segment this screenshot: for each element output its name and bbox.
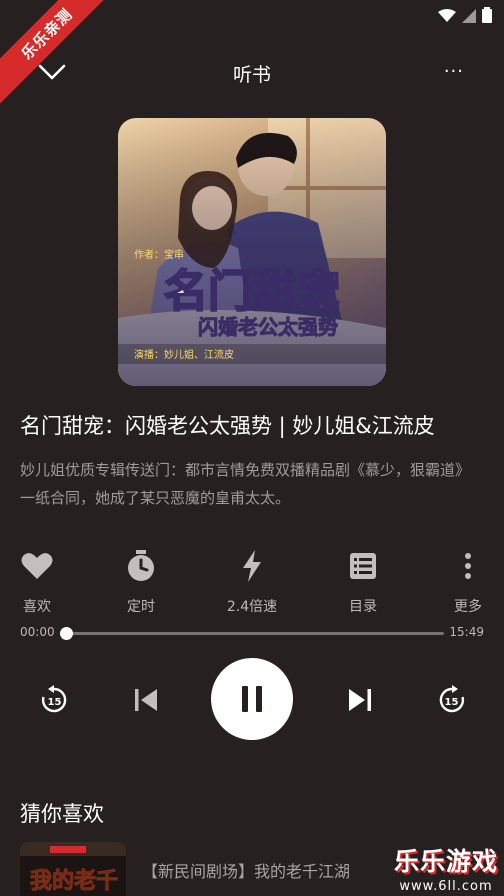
skip-next-icon bbox=[349, 689, 371, 711]
header: 听书 ... bbox=[0, 50, 504, 94]
progress-track[interactable] bbox=[66, 632, 444, 635]
album-cover: 作者：宝串 名门甜宠 闪婚老公太强势 演播：妙儿姐、江流皮 bbox=[118, 118, 386, 386]
timer-button[interactable]: 定时 bbox=[96, 548, 186, 616]
like-label: 喜欢 bbox=[23, 599, 51, 615]
next-button[interactable] bbox=[342, 658, 378, 742]
battery-icon bbox=[482, 7, 492, 27]
like-button[interactable]: 喜欢 bbox=[0, 548, 82, 616]
rec-cover: 我的老千 bbox=[20, 842, 126, 896]
forward-15-button[interactable]: 15 bbox=[434, 658, 470, 742]
catalog-button[interactable]: 目录 bbox=[318, 548, 408, 616]
progress-bar[interactable]: 00:00 15:49 bbox=[0, 624, 504, 644]
current-time: 00:00 bbox=[20, 625, 55, 639]
more-button[interactable]: ... bbox=[444, 56, 464, 77]
speed-label: 2.4倍速 bbox=[226, 599, 278, 615]
signal-icon bbox=[462, 8, 476, 27]
timer-label: 定时 bbox=[127, 599, 155, 615]
rewind-15-icon: 15 bbox=[41, 685, 67, 713]
heart-icon bbox=[21, 553, 53, 579]
list-icon bbox=[350, 553, 376, 579]
more-label: 更多 bbox=[454, 599, 482, 615]
cover-subtitle: 闪婚老公太强势 bbox=[198, 315, 338, 339]
watermark-logo: 乐乐游戏 www.6ll.com bbox=[388, 842, 504, 896]
pause-button[interactable] bbox=[211, 658, 293, 740]
watermark-small: www.6ll.com bbox=[399, 879, 493, 894]
total-time: 15:49 bbox=[449, 625, 484, 639]
cover-main-title: 名门甜宠 bbox=[164, 266, 340, 317]
forward-seconds: 15 bbox=[445, 697, 459, 708]
action-bar: 喜欢 定时 2.4倍速 目录 更多 bbox=[0, 548, 504, 618]
page-title: 听书 bbox=[232, 64, 271, 86]
progress-thumb[interactable] bbox=[60, 627, 73, 640]
more-vertical-icon bbox=[465, 553, 471, 579]
catalog-label: 目录 bbox=[349, 599, 377, 615]
rewind-seconds: 15 bbox=[48, 697, 62, 708]
wifi-icon bbox=[438, 8, 456, 27]
watermark-big: 乐乐游戏 bbox=[393, 847, 498, 876]
skip-previous-icon bbox=[135, 689, 157, 711]
cover-narrators: 演播：妙儿姐、江流皮 bbox=[134, 348, 234, 361]
cover-author-tag: 作者：宝串 bbox=[134, 248, 184, 261]
forward-15-icon: 15 bbox=[439, 685, 465, 713]
pause-icon bbox=[242, 686, 262, 712]
recommend-section-title: 猜你喜欢 bbox=[20, 802, 104, 826]
player-controls: 15 15 bbox=[0, 658, 504, 742]
rec-cover-text: 我的老千 bbox=[30, 868, 118, 894]
speed-button[interactable]: 2.4倍速 bbox=[207, 548, 297, 616]
more-actions-button[interactable]: 更多 bbox=[423, 548, 504, 616]
track-title: 名门甜宠：闪婚老公太强势 | 妙儿姐&江流皮 bbox=[20, 414, 435, 438]
rewind-15-button[interactable]: 15 bbox=[36, 658, 72, 742]
timer-icon bbox=[128, 550, 154, 581]
bolt-icon bbox=[243, 550, 261, 582]
track-description: 妙儿姐优质专辑传送门：都市言情免费双播精品剧《慕少，狠霸道》一纸合同，她成了某只… bbox=[20, 461, 471, 507]
previous-button[interactable] bbox=[128, 658, 164, 742]
rec-title: 【新民间剧场】我的老千江湖 bbox=[142, 862, 351, 881]
